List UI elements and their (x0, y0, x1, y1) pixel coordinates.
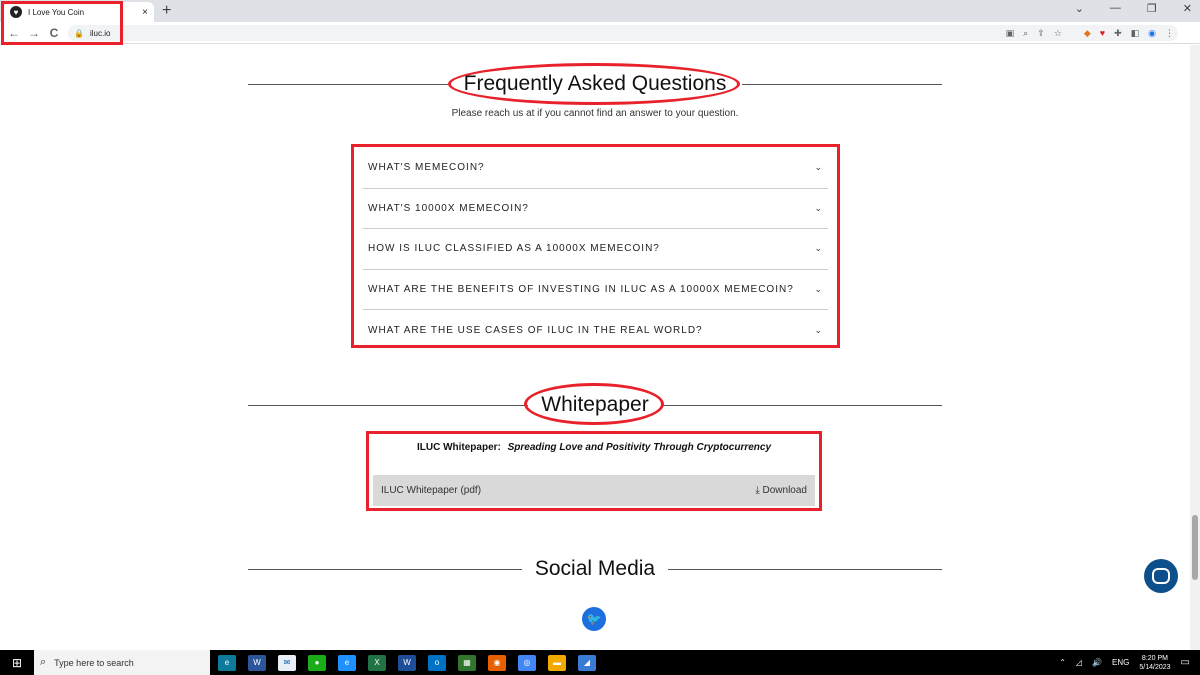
side-panel-icon[interactable]: ◧ (1131, 28, 1140, 39)
metamask-extension-icon[interactable]: ◆ (1084, 28, 1091, 39)
language-indicator[interactable]: ENG (1112, 658, 1129, 667)
taskbar-apps: e W ✉ ● e X W o ▦ ◉ ◎ ▬ ◢ (218, 654, 596, 671)
notification-icon[interactable]: ▭ (1181, 657, 1190, 668)
firefox-app-icon[interactable]: ◉ (488, 654, 506, 671)
address-bar[interactable]: 🔒 iluc.io ▣ ⌕ ⇪ ☆ ◆ ♥ ✚ ◧ ◉ ⋮ (68, 25, 1178, 41)
files-app-icon[interactable]: ▬ (548, 654, 566, 671)
excel-app-icon[interactable]: X (368, 654, 386, 671)
clock-time: 8:20 PM (1141, 654, 1168, 662)
page-content: Frequently Asked Questions Please reach … (0, 45, 1190, 650)
annotation-box-tab (1, 1, 123, 45)
outlook-app-icon[interactable]: o (428, 654, 446, 671)
wechat-app-icon[interactable]: ● (308, 654, 326, 671)
chat-bubble-icon (1152, 568, 1170, 584)
tab-close-icon[interactable]: × (142, 7, 148, 18)
taskbar-search-placeholder: Type here to search (54, 657, 134, 668)
minimize-button[interactable]: — (1110, 2, 1121, 15)
tool-app-icon[interactable]: ◢ (578, 654, 596, 671)
word-doc-app-icon[interactable]: W (398, 654, 416, 671)
extensions-puzzle-icon[interactable]: ✚ (1114, 28, 1122, 39)
search-icon: ⌕ (40, 656, 47, 668)
scrollbar-thumb[interactable] (1192, 515, 1198, 580)
restore-button[interactable]: ❐ (1147, 2, 1157, 15)
taskbar-clock[interactable]: 8:20 PM 5/14/2023 (1139, 654, 1170, 672)
project-app-icon[interactable]: ▦ (458, 654, 476, 671)
tray-chevron-icon[interactable]: ⌃ (1059, 658, 1066, 667)
new-tab-button[interactable]: + (162, 2, 171, 20)
menu-kebab-icon[interactable]: ⋮ (1165, 28, 1174, 39)
edge-app-icon[interactable]: e (218, 654, 236, 671)
heart-extension-icon[interactable]: ♥ (1100, 28, 1105, 38)
mail-app-icon[interactable]: ✉ (278, 654, 296, 671)
annotation-box-whitepaper (366, 431, 822, 511)
bookmark-star-icon[interactable]: ☆ (1054, 28, 1062, 39)
profile-avatar-icon[interactable]: ◉ (1148, 28, 1156, 39)
volume-icon[interactable]: 🔊 (1092, 658, 1102, 667)
faq-subtitle: Please reach us at if you cannot find an… (451, 108, 739, 119)
install-app-icon[interactable]: ▣ (1006, 28, 1015, 39)
annotation-oval-faq (448, 63, 740, 105)
word-app-icon[interactable]: W (248, 654, 266, 671)
annotation-box-faq (351, 144, 840, 348)
annotation-oval-whitepaper (524, 383, 664, 425)
social-title: Social Media (534, 557, 656, 580)
windows-taskbar: ⊞ ⌕ Type here to search e W ✉ ● e X W o … (0, 650, 1200, 675)
windows-start-icon[interactable]: ⊞ (0, 656, 34, 670)
clock-date: 5/14/2023 (1139, 663, 1171, 671)
browser-tab-bar: ♥ I Love You Coin × + ⌄ — ❐ ✕ (0, 0, 1200, 22)
taskbar-search[interactable]: ⌕ Type here to search (34, 650, 210, 675)
window-controls: ⌄ — ❐ ✕ (1075, 2, 1192, 15)
page-scrollbar[interactable] (1190, 45, 1200, 650)
network-icon[interactable]: ◿ (1076, 658, 1082, 667)
browser-toolbar: ← → C 🔒 iluc.io ▣ ⌕ ⇪ ☆ ◆ ♥ ✚ ◧ ◉ ⋮ (0, 22, 1200, 44)
chrome-app-icon[interactable]: ◎ (518, 654, 536, 671)
close-window-button[interactable]: ✕ (1183, 2, 1192, 15)
omnibox-actions: ▣ ⌕ ⇪ ☆ ◆ ♥ ✚ ◧ ◉ ⋮ (1006, 25, 1174, 41)
social-section-header: Social Media (248, 554, 942, 584)
system-tray: ⌃ ◿ 🔊 ENG 8:20 PM 5/14/2023 ▭ (1059, 650, 1190, 675)
zoom-icon[interactable]: ⌕ (1023, 28, 1028, 39)
twitter-icon[interactable]: 🐦 (582, 607, 606, 631)
ie-app-icon[interactable]: e (338, 654, 356, 671)
chat-button[interactable] (1144, 559, 1178, 593)
share-icon[interactable]: ⇪ (1037, 28, 1045, 39)
tab-search-chevron-icon[interactable]: ⌄ (1075, 2, 1084, 15)
